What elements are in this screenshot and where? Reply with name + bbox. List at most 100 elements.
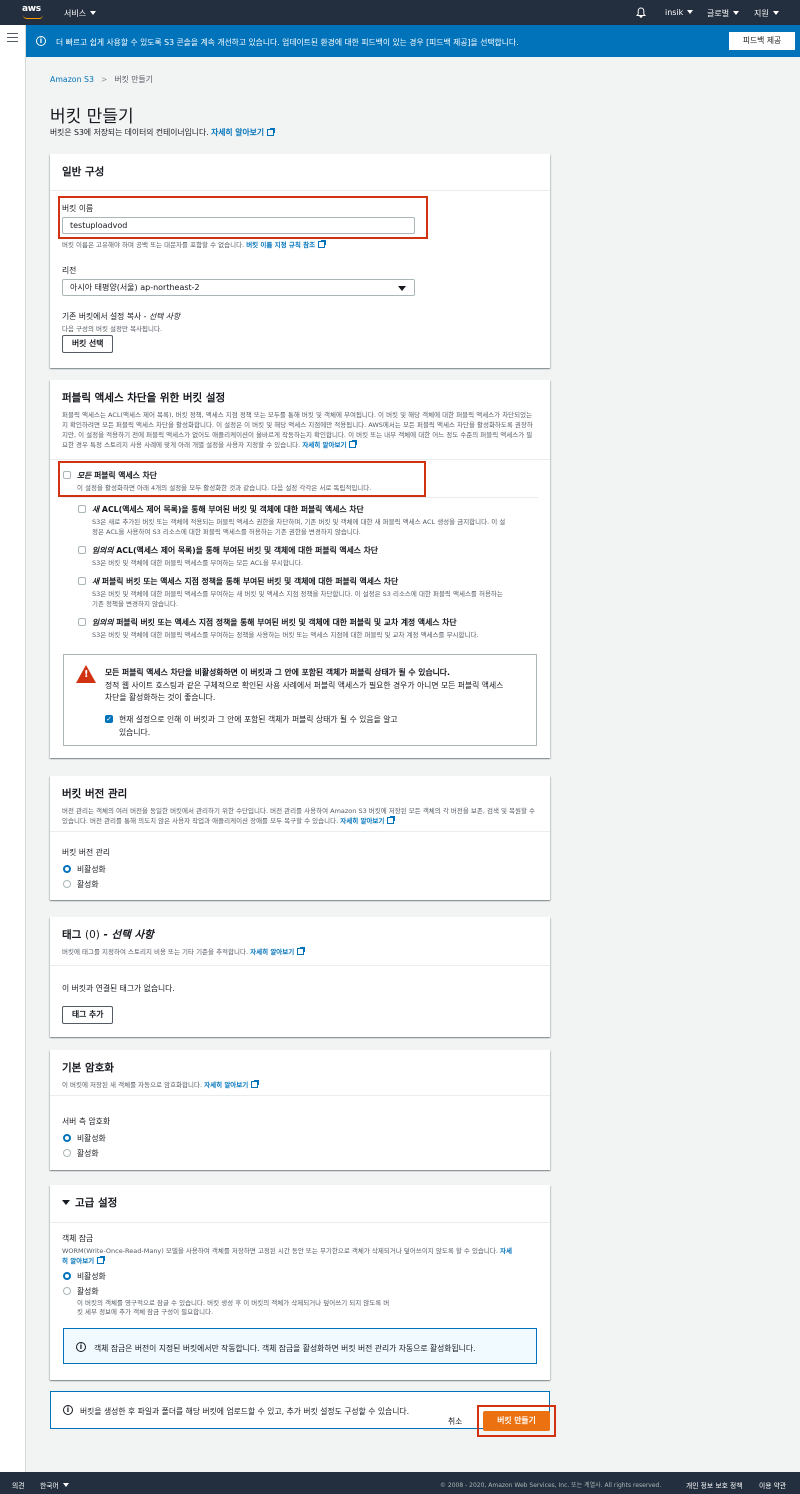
bell-icon[interactable]: [636, 7, 646, 18]
language-select[interactable]: 한국어: [40, 1480, 69, 1490]
feedback-button[interactable]: 피드백 제공: [729, 32, 795, 50]
learn-more-link[interactable]: 자세히 알아보기: [250, 948, 294, 956]
panel-desc: 이 버킷에 저장된 새 객체를 자동으로 암호화합니다.: [62, 1081, 203, 1089]
external-link-icon: [349, 440, 358, 448]
panel-title: 일반 구성: [62, 166, 105, 178]
tags-panel: 태그 (0) - 선택 사항 버킷에 태그를 지정하여 스토리지 비용 또는 기타…: [50, 917, 550, 1037]
add-tag-button[interactable]: 태그 추가: [62, 1006, 114, 1024]
advanced-settings-panel: 고급 설정 객체 잠금 WORM(Write-Once-Read-Many) 모…: [50, 1185, 550, 1380]
aws-smile: [23, 15, 43, 19]
warning-title: 모든 퍼블릭 액세스 차단을 비활성화하면 이 버킷과 그 안에 포함된 객체가…: [105, 668, 450, 677]
radio-label: 비활성화: [77, 865, 106, 874]
breadcrumb-current: 버킷 만들기: [114, 75, 153, 84]
language-label: 한국어: [40, 1482, 59, 1490]
option-checkbox[interactable]: [78, 618, 86, 626]
feedback-link[interactable]: 의견: [12, 1480, 25, 1490]
versioning-disable-radio[interactable]: [63, 865, 71, 873]
caret-down-icon: [90, 11, 97, 15]
general-config-panel: 일반 구성 버킷 이름 testuploadvod 버킷 이름은 고유해야 하며…: [50, 154, 550, 368]
bottom-info-alert: i 버킷을 생성한 후 파일과 폴더를 해당 버킷에 업로드할 수 있고, 추가…: [50, 1391, 550, 1429]
region-menu[interactable]: 글로벌: [707, 8, 740, 19]
external-link-icon: [97, 1256, 106, 1264]
radio-label: 비활성화: [77, 1272, 106, 1281]
naming-rules-link[interactable]: 버킷 이름 지정 규칙 참조: [246, 241, 315, 249]
panel-title: 기본 암호화: [62, 1062, 114, 1074]
learn-more-link[interactable]: 자세히 알아보기: [340, 817, 384, 825]
radio-label: 비활성화: [77, 1134, 106, 1143]
privacy-link[interactable]: 개인 정보 보호 정책: [686, 1480, 743, 1490]
learn-more-link[interactable]: 히 알아보기: [62, 1257, 94, 1265]
object-lock-disable-radio[interactable]: [63, 1272, 71, 1280]
caret-down-icon: [398, 286, 406, 291]
caret-down-icon: [62, 1200, 70, 1205]
support-label: 지원: [754, 9, 769, 18]
user-label: insik: [665, 8, 684, 17]
support-menu[interactable]: 지원: [754, 8, 779, 19]
option-label: ACL(액세스 제어 목록)을 통해 부여된 버킷 및 객체에 대한 퍼블릭 액…: [116, 546, 378, 555]
highlight-box: [58, 461, 426, 497]
optional-label: - 선택 사항: [103, 929, 154, 941]
encryption-enable-radio[interactable]: [63, 1149, 71, 1157]
learn-more-link[interactable]: 자세: [500, 1247, 512, 1255]
acknowledge-checkbox[interactable]: ✓: [105, 715, 113, 723]
footer: 의견 한국어 © 2008 - 2020, Amazon Web Service…: [0, 1472, 800, 1494]
option-desc: S3은 새로 추가된 버킷 또는 객체에 적용되는 퍼블릭 액세스 권한을 차단…: [92, 518, 506, 526]
encryption-disable-radio[interactable]: [63, 1134, 71, 1142]
caret-down-icon: [687, 10, 694, 14]
external-link-icon: [297, 947, 306, 955]
option-checkbox[interactable]: [78, 546, 86, 554]
panel-title: 고급 설정: [75, 1197, 118, 1209]
caret-down-icon: [772, 11, 779, 15]
object-lock-enable-radio[interactable]: [63, 1287, 71, 1295]
option-checkbox[interactable]: [78, 577, 86, 585]
encryption-label: 서버 측 암호화: [62, 1117, 110, 1126]
choose-bucket-button[interactable]: 버킷 선택: [62, 335, 114, 353]
region-label: 글로벌: [707, 9, 730, 18]
breadcrumb-root[interactable]: Amazon S3: [50, 75, 94, 84]
region-label: 리전: [62, 266, 77, 275]
emphasis-text: 임의의: [92, 618, 114, 627]
option-checkbox[interactable]: [78, 505, 86, 513]
panel-desc: 버전 관리는 객체의 여러 버전을 동일한 버킷에서 관리하기 위한 수단입니다…: [62, 807, 536, 825]
radio-label: 활성화: [77, 880, 99, 889]
page-title: 버킷 만들기: [50, 107, 134, 127]
warning-icon: [76, 665, 96, 683]
menu-icon[interactable]: [7, 33, 18, 42]
option-desc: S3은 버킷 및 객체에 대한 퍼블릭 액세스를 부여하는 정책을 사용하는 버…: [92, 631, 479, 639]
versioning-panel: 버킷 버전 관리버전 관리는 객체의 여러 버전을 동일한 버킷에서 관리하기 …: [50, 776, 550, 900]
info-text: 객체 잠금은 버전이 지정된 버킷에서만 작동합니다. 객체 잠금을 활성화하면…: [94, 1344, 476, 1353]
terms-link[interactable]: 이용 약관: [759, 1480, 786, 1490]
region-select[interactable]: 아시아 태평양(서울) ap-northeast-2: [62, 279, 415, 296]
learn-more-link[interactable]: 자세히 알아보기: [211, 128, 264, 137]
versioning-enable-radio[interactable]: [63, 880, 71, 888]
emphasis-text: 새: [92, 505, 100, 514]
panel-desc: 퍼블릭 액세스는 ACL(액세스 제어 목록), 버킷 정책, 액세스 지점 정…: [62, 411, 533, 449]
option-desc: 기존 정책을 변경하지 않습니다.: [92, 600, 179, 608]
flash-text: 더 빠르고 쉽게 사용할 수 있도록 S3 콘솔을 계속 개선하고 있습니다. …: [56, 38, 519, 47]
optional-label: 선택 사항: [148, 312, 181, 321]
learn-more-link[interactable]: 자세히 알아보기: [204, 1081, 248, 1089]
highlight-box: [477, 1405, 556, 1437]
panel-title: 버킷 버전 관리: [62, 788, 128, 800]
services-menu[interactable]: 서비스: [64, 8, 97, 19]
advanced-toggle[interactable]: 고급 설정: [50, 1185, 550, 1223]
external-link-icon: [387, 816, 396, 824]
radio-label: 활성화: [77, 1287, 99, 1296]
info-icon: i: [63, 1405, 73, 1415]
learn-more-link[interactable]: 자세히 알아보기: [302, 441, 346, 449]
copy-settings-desc: 다음 구성의 버킷 설정만 복사됩니다.: [62, 325, 163, 333]
option-label: ACL(액세스 제어 목록)을 통해 부여된 버킷 및 객체에 대한 퍼블릭 액…: [101, 505, 364, 514]
region-value: 아시아 태평양(서울) ap-northeast-2: [70, 283, 200, 292]
empty-tags-text: 이 버킷과 연결된 태그가 없습니다.: [62, 984, 175, 993]
panel-desc: 버킷에 태그를 지정하여 스토리지 비용 또는 기타 기준을 추적합니다.: [62, 948, 249, 956]
aws-logo[interactable]: aws: [22, 4, 46, 20]
info-icon: i: [76, 1342, 86, 1352]
breadcrumb: Amazon S3 > 버킷 만들기: [50, 74, 153, 85]
versioning-label: 버킷 버전 관리: [62, 848, 110, 857]
chevron-right-icon: >: [100, 75, 108, 84]
acknowledge-label: 현재 설정으로 인해 이 버킷과 그 안에 포함된 객체가 퍼블릭 상태가 될 …: [119, 715, 398, 724]
user-menu[interactable]: insik: [665, 8, 694, 17]
option-desc: 킷 세부 정보에 추가 객체 잠금 구성이 필요합니다.: [77, 1308, 214, 1316]
radio-label: 활성화: [77, 1149, 99, 1158]
cancel-button[interactable]: 취소: [448, 1416, 462, 1427]
